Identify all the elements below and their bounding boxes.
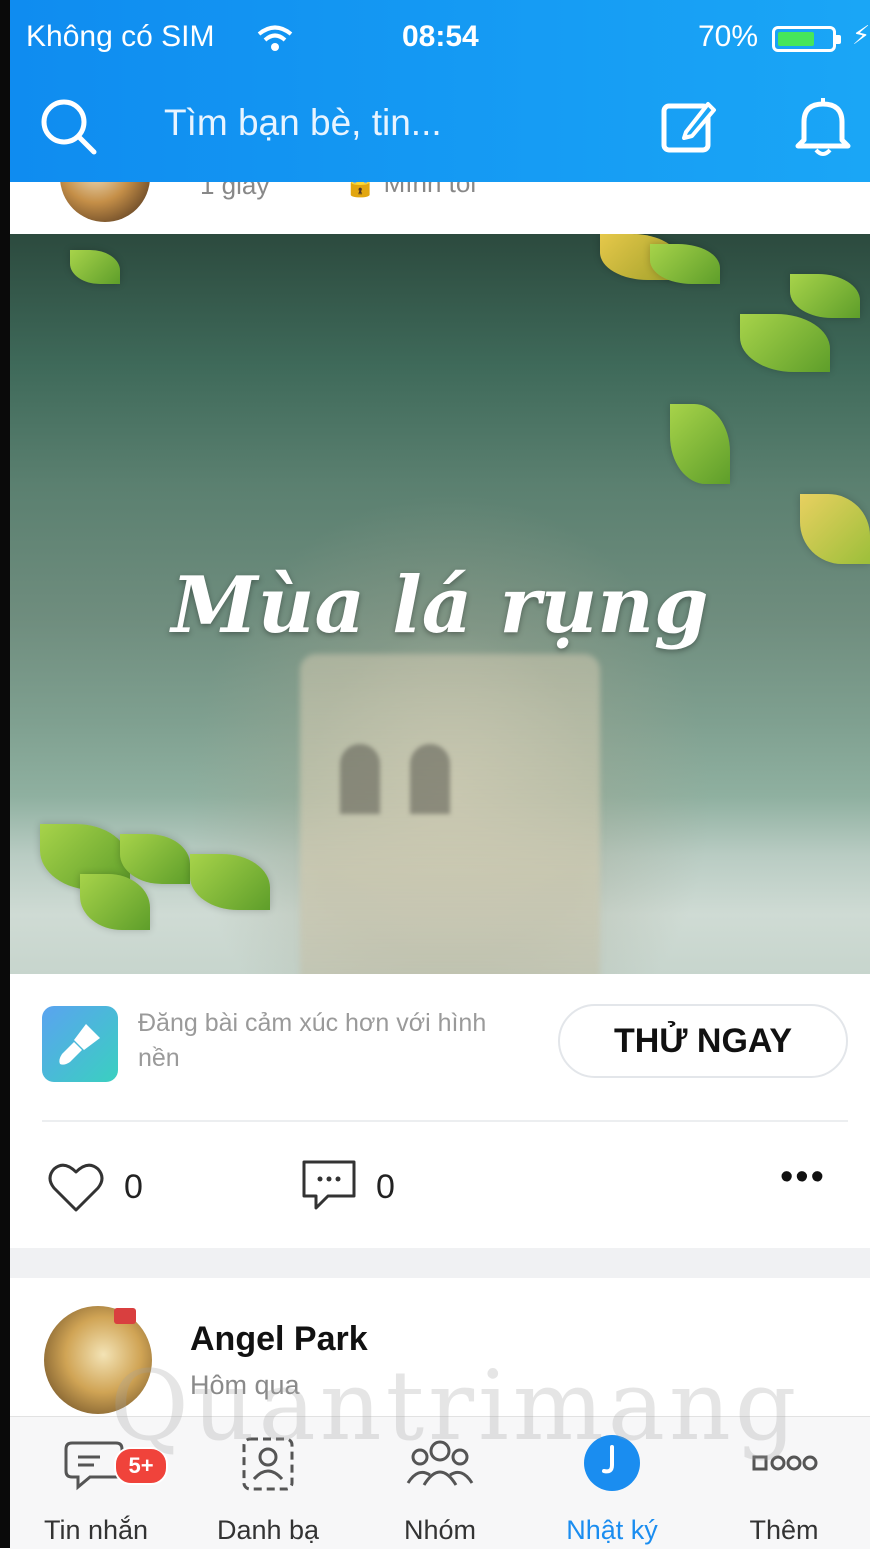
post-background-image[interactable]: Mùa lá rụng: [10, 234, 870, 974]
background-promo: Đăng bài cảm xúc hơn với hình nền THỬ NG…: [10, 974, 870, 1124]
clock: 08:54: [402, 20, 479, 53]
more-options-icon[interactable]: •••: [780, 1156, 826, 1199]
post-actions: 0 0 •••: [10, 1126, 870, 1246]
leaf-decoration: [190, 854, 270, 910]
status-bar: Không có SIM 08:54 70% ⚡: [10, 18, 870, 58]
tab-label: Danh bạ: [216, 1515, 320, 1545]
comment-icon[interactable]: [298, 1156, 360, 1221]
battery-icon: [772, 26, 841, 52]
avatar-flag: [114, 1308, 136, 1324]
banner-title: Mùa lá rụng: [171, 560, 709, 651]
wifi-icon: [255, 24, 295, 62]
tab-label: Nhóm: [403, 1515, 477, 1545]
bell-icon[interactable]: [790, 92, 856, 165]
leaf-decoration: [120, 834, 190, 884]
leaf-decoration: [740, 314, 830, 372]
charging-icon: ⚡: [852, 20, 870, 50]
carrier-label: Không có SIM: [26, 20, 215, 53]
leaf-decoration: [800, 494, 870, 564]
avatar[interactable]: [60, 182, 150, 222]
tab-label: Thêm: [749, 1515, 819, 1545]
left-frame-edge: [0, 0, 10, 1548]
search-icon[interactable]: [36, 94, 102, 165]
privacy-label: 🔒 Mình tôi: [344, 182, 476, 199]
heart-icon[interactable]: [46, 1160, 106, 1221]
previous-post-header: 1 giây 🔒 Mình tôi: [10, 182, 870, 234]
top-bar: Không có SIM 08:54 70% ⚡ Tìm bạn bè, tin…: [10, 0, 870, 182]
promo-text: Đăng bài cảm xúc hơn với hình nền: [138, 1009, 487, 1072]
comment-count: 0: [376, 1168, 395, 1206]
tab-label: Nhật ký: [566, 1515, 658, 1545]
search-input[interactable]: Tìm bạn bè, tin...: [164, 102, 442, 144]
brush-icon: [42, 1006, 118, 1082]
try-now-button[interactable]: THỬ NGAY: [558, 1004, 848, 1078]
leaf-decoration: [670, 404, 730, 484]
post-time: 1 giây: [200, 182, 270, 200]
search-row: Tìm bạn bè, tin...: [10, 92, 870, 162]
tab-label: Tin nhắn: [43, 1515, 149, 1545]
tower-arch: [340, 744, 380, 814]
leaf-decoration: [80, 874, 150, 930]
leaf-decoration: [70, 250, 120, 284]
tower-arch: [410, 744, 450, 814]
leaf-decoration: [790, 274, 860, 318]
section-separator: [10, 1248, 870, 1278]
like-count: 0: [124, 1168, 143, 1206]
divider: [42, 1120, 848, 1122]
tower-image: [300, 654, 600, 974]
battery-percent: 70%: [698, 20, 759, 53]
watermark-logo: Quantrimang: [110, 1350, 801, 1462]
compose-icon[interactable]: [656, 94, 722, 165]
privacy-text: Mình tôi: [383, 182, 477, 198]
